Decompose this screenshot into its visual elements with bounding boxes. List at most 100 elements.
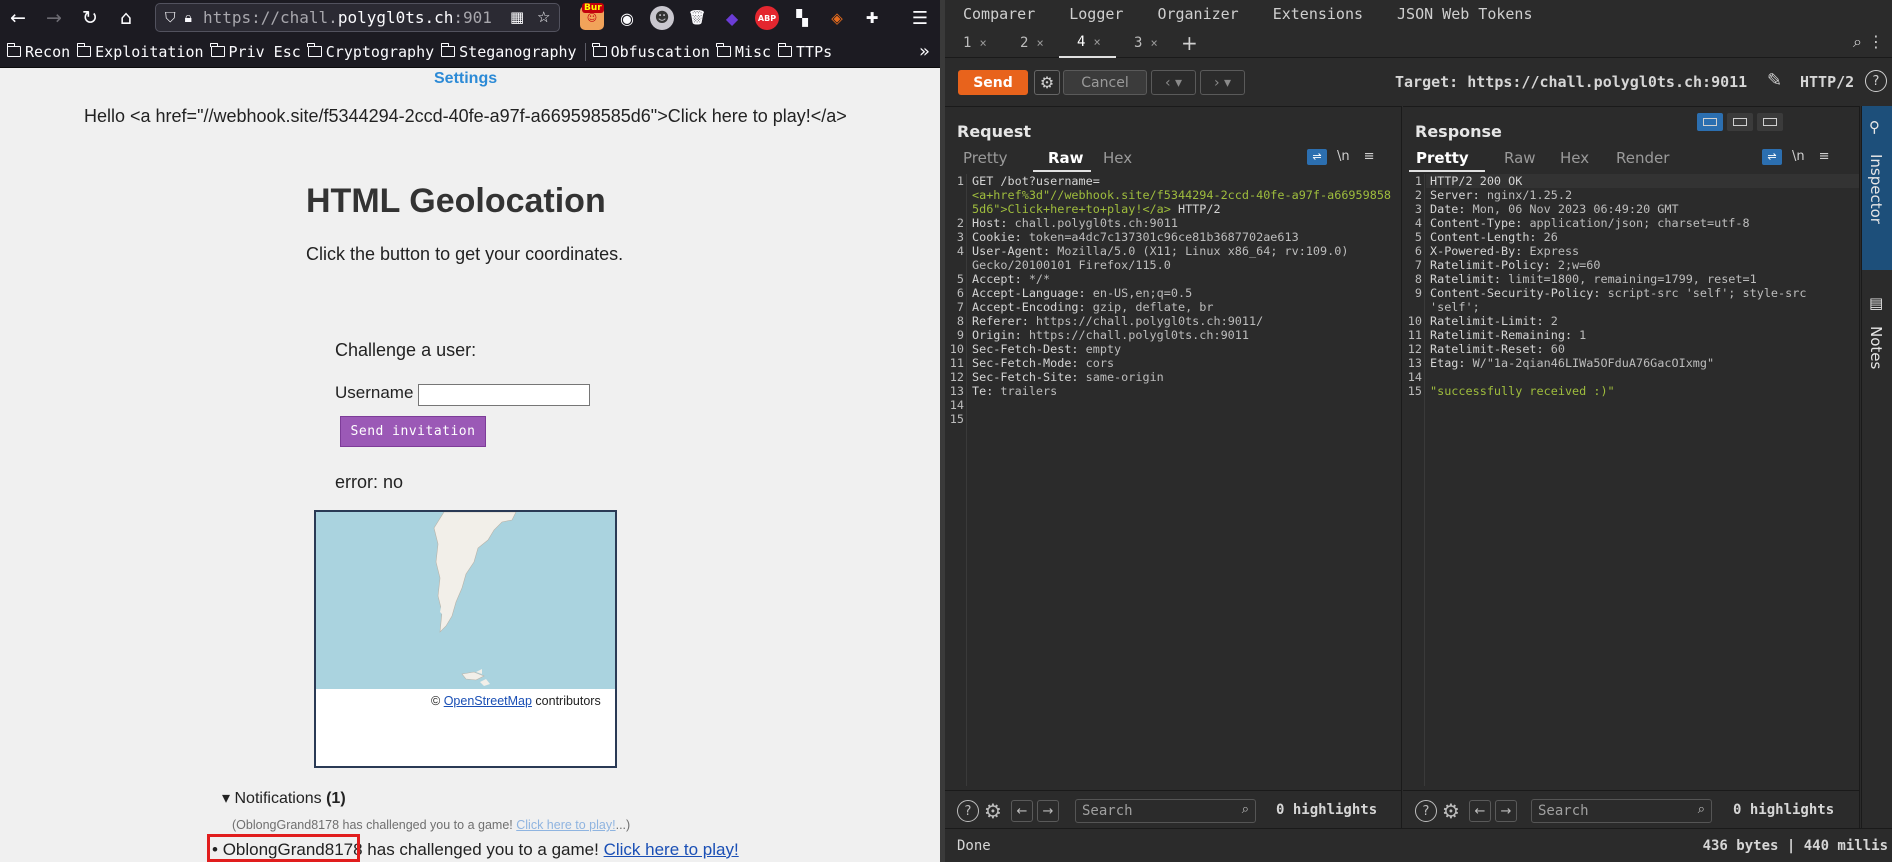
notes-tab[interactable]: ▤ Notes <box>1862 282 1892 402</box>
gear-icon[interactable]: ⚙ <box>1442 799 1460 823</box>
gear-icon[interactable]: ⚙ <box>984 799 1002 823</box>
grid-extension-icon[interactable]: ▚ <box>790 6 814 30</box>
arrow-right-icon[interactable]: → <box>1037 800 1059 822</box>
menu-icon[interactable]: ≡ <box>1819 149 1830 164</box>
tab-request-hex[interactable]: Hex <box>1103 149 1132 167</box>
wrap-lines-icon[interactable]: ⇌ <box>1762 149 1782 165</box>
pencil-icon[interactable]: ✎ <box>1767 70 1782 91</box>
request-search-input[interactable] <box>1082 802 1232 820</box>
tab-request-raw[interactable]: Raw <box>1048 149 1084 167</box>
attribution-prefix: © <box>431 694 444 708</box>
forward-icon[interactable]: → <box>36 0 72 36</box>
notifications-toggle[interactable]: ▾ Notifications (1) <box>222 788 346 808</box>
wrap-lines-icon[interactable]: ⇌ <box>1307 149 1327 165</box>
search-icon[interactable]: ⌕ <box>1853 32 1862 52</box>
response-editor-tools: ⇌ \n ≡ <box>1762 149 1830 165</box>
bookmark-folder-steganography[interactable]: Steganography <box>440 42 577 61</box>
home-icon[interactable]: ⌂ <box>108 0 144 36</box>
map[interactable]: © OpenStreetMap contributors <box>314 510 617 768</box>
send-invitation-button[interactable]: Send invitation <box>340 416 486 447</box>
tab-response-raw[interactable]: Raw <box>1504 149 1536 167</box>
tab-logger[interactable]: Logger <box>1069 5 1123 23</box>
bookmark-label: Steganography <box>459 42 577 61</box>
settings-link[interactable]: Settings <box>434 70 497 88</box>
burp-extension-icon[interactable]: Bur ☺ <box>580 3 604 30</box>
gear-icon[interactable]: ⚙ <box>1034 70 1060 95</box>
add-tab-icon[interactable]: + <box>1181 31 1198 55</box>
repeater-tab-label: 4 <box>1077 33 1086 50</box>
bookmark-folder-obfuscation[interactable]: Obfuscation <box>592 43 710 61</box>
bookmark-folder-exploitation[interactable]: Exploitation <box>76 43 204 61</box>
bookmark-folder-misc[interactable]: Misc <box>716 43 771 61</box>
tab-response-hex[interactable]: Hex <box>1560 149 1589 167</box>
request-editor[interactable]: 1 GET /bot?username= <a+href%3d"//webhook.… <box>945 174 1401 786</box>
bookmark-folder-recon[interactable]: Recon <box>6 43 70 61</box>
shield-icon[interactable]: ⛉ <box>165 10 176 26</box>
adblock-icon[interactable]: ABP <box>755 6 779 30</box>
tab-comparer[interactable]: Comparer <box>963 5 1035 23</box>
response-editor[interactable]: 1 HTTP/2 200 OK 2 Server: nginx/1.25.2 3 Date… <box>1403 174 1859 786</box>
reload-icon[interactable]: ↻ <box>72 0 108 36</box>
close-icon[interactable]: × <box>1036 36 1043 50</box>
tab-response-render[interactable]: Render <box>1616 149 1669 167</box>
line-content: Sec-Fetch-Mode: cors <box>972 356 1114 370</box>
lock-icon[interactable]: 🔒︎ <box>185 10 192 26</box>
tab-request-pretty[interactable]: Pretty <box>963 149 1008 167</box>
newline-icon[interactable]: \n <box>1337 149 1350 164</box>
play-link[interactable]: Click here to play! <box>604 840 739 859</box>
username-input[interactable] <box>418 384 590 406</box>
search-icon[interactable]: ⌕ <box>1242 802 1249 817</box>
line-number: 15 <box>949 412 964 426</box>
cookie-icon[interactable]: ◉ <box>615 6 639 30</box>
bookmark-folder-ttps[interactable]: TTPs <box>777 43 832 61</box>
inspector-tab[interactable]: ⚲ Inspector <box>1862 106 1892 270</box>
tab-response-pretty[interactable]: Pretty <box>1416 149 1469 167</box>
close-icon[interactable]: × <box>1093 35 1100 49</box>
repeater-tab-1[interactable]: 1 × <box>945 28 1002 58</box>
url-bar[interactable]: ⛉ 🔒︎ https://chall.polygl0ts.ch:9011 ▦ ☆ <box>155 3 560 32</box>
back-icon[interactable]: ← <box>0 0 36 36</box>
help-icon[interactable]: ? <box>1415 800 1437 822</box>
trash-icon[interactable]: 🗑︎ <box>685 6 709 30</box>
fox-extension-icon[interactable]: ◈ <box>825 6 849 30</box>
search-icon[interactable]: ⌕ <box>1698 802 1705 817</box>
url-text[interactable]: https://chall.polygl0ts.ch:9011 <box>203 8 493 27</box>
arrow-left-icon[interactable]: ← <box>1011 800 1033 822</box>
layout-side-by-side-icon[interactable] <box>1697 113 1723 131</box>
response-search-input[interactable] <box>1538 802 1688 820</box>
chevron-double-right-icon[interactable]: » <box>919 41 930 62</box>
send-button[interactable]: Send <box>958 70 1028 95</box>
hamburger-menu-icon[interactable]: ☰ <box>905 3 935 33</box>
menu-icon[interactable]: ≡ <box>1364 149 1375 164</box>
face-extension-icon[interactable]: ☻ <box>650 6 674 30</box>
cancel-button[interactable]: Cancel <box>1063 70 1147 95</box>
layout-stacked-icon[interactable] <box>1727 113 1753 131</box>
kebab-menu-icon[interactable]: ⋮ <box>1868 32 1884 51</box>
puzzle-icon[interactable]: ✚ <box>860 6 884 30</box>
history-forward-button[interactable]: › ▾ <box>1200 70 1245 95</box>
close-icon[interactable]: × <box>979 36 986 50</box>
openstreetmap-link[interactable]: OpenStreetMap <box>444 694 532 708</box>
repeater-tab-3[interactable]: 3 × <box>1116 28 1173 58</box>
help-icon[interactable]: ? <box>1865 70 1887 92</box>
cube-extension-icon[interactable]: ◆ <box>720 6 744 30</box>
bookmark-folder-cryptography[interactable]: Cryptography <box>307 43 434 61</box>
repeater-tab-2[interactable]: 2 × <box>1002 28 1059 58</box>
preview-play-link[interactable]: Click here to play! <box>516 818 615 832</box>
repeater-tab-4[interactable]: 4 × <box>1059 28 1116 58</box>
newline-icon[interactable]: \n <box>1792 149 1805 164</box>
protocol-label[interactable]: HTTP/2 <box>1800 73 1854 91</box>
qr-code-icon[interactable]: ▦ <box>510 8 524 26</box>
help-icon[interactable]: ? <box>957 800 979 822</box>
close-icon[interactable]: × <box>1150 36 1157 50</box>
arrow-left-icon[interactable]: ← <box>1469 800 1491 822</box>
bookmark-folder-priv-esc[interactable]: Priv Esc <box>210 43 301 61</box>
tab-extensions[interactable]: Extensions <box>1273 5 1363 23</box>
tab-organizer[interactable]: Organizer <box>1157 5 1238 23</box>
layout-tabs-icon[interactable] <box>1757 113 1783 131</box>
tab-json-web-tokens[interactable]: JSON Web Tokens <box>1397 5 1532 23</box>
bookmark-star-icon[interactable]: ☆ <box>537 8 550 26</box>
arrow-right-icon[interactable]: → <box>1495 800 1517 822</box>
history-back-button[interactable]: ‹ ▾ <box>1151 70 1196 95</box>
line-number: 5 <box>956 272 964 286</box>
